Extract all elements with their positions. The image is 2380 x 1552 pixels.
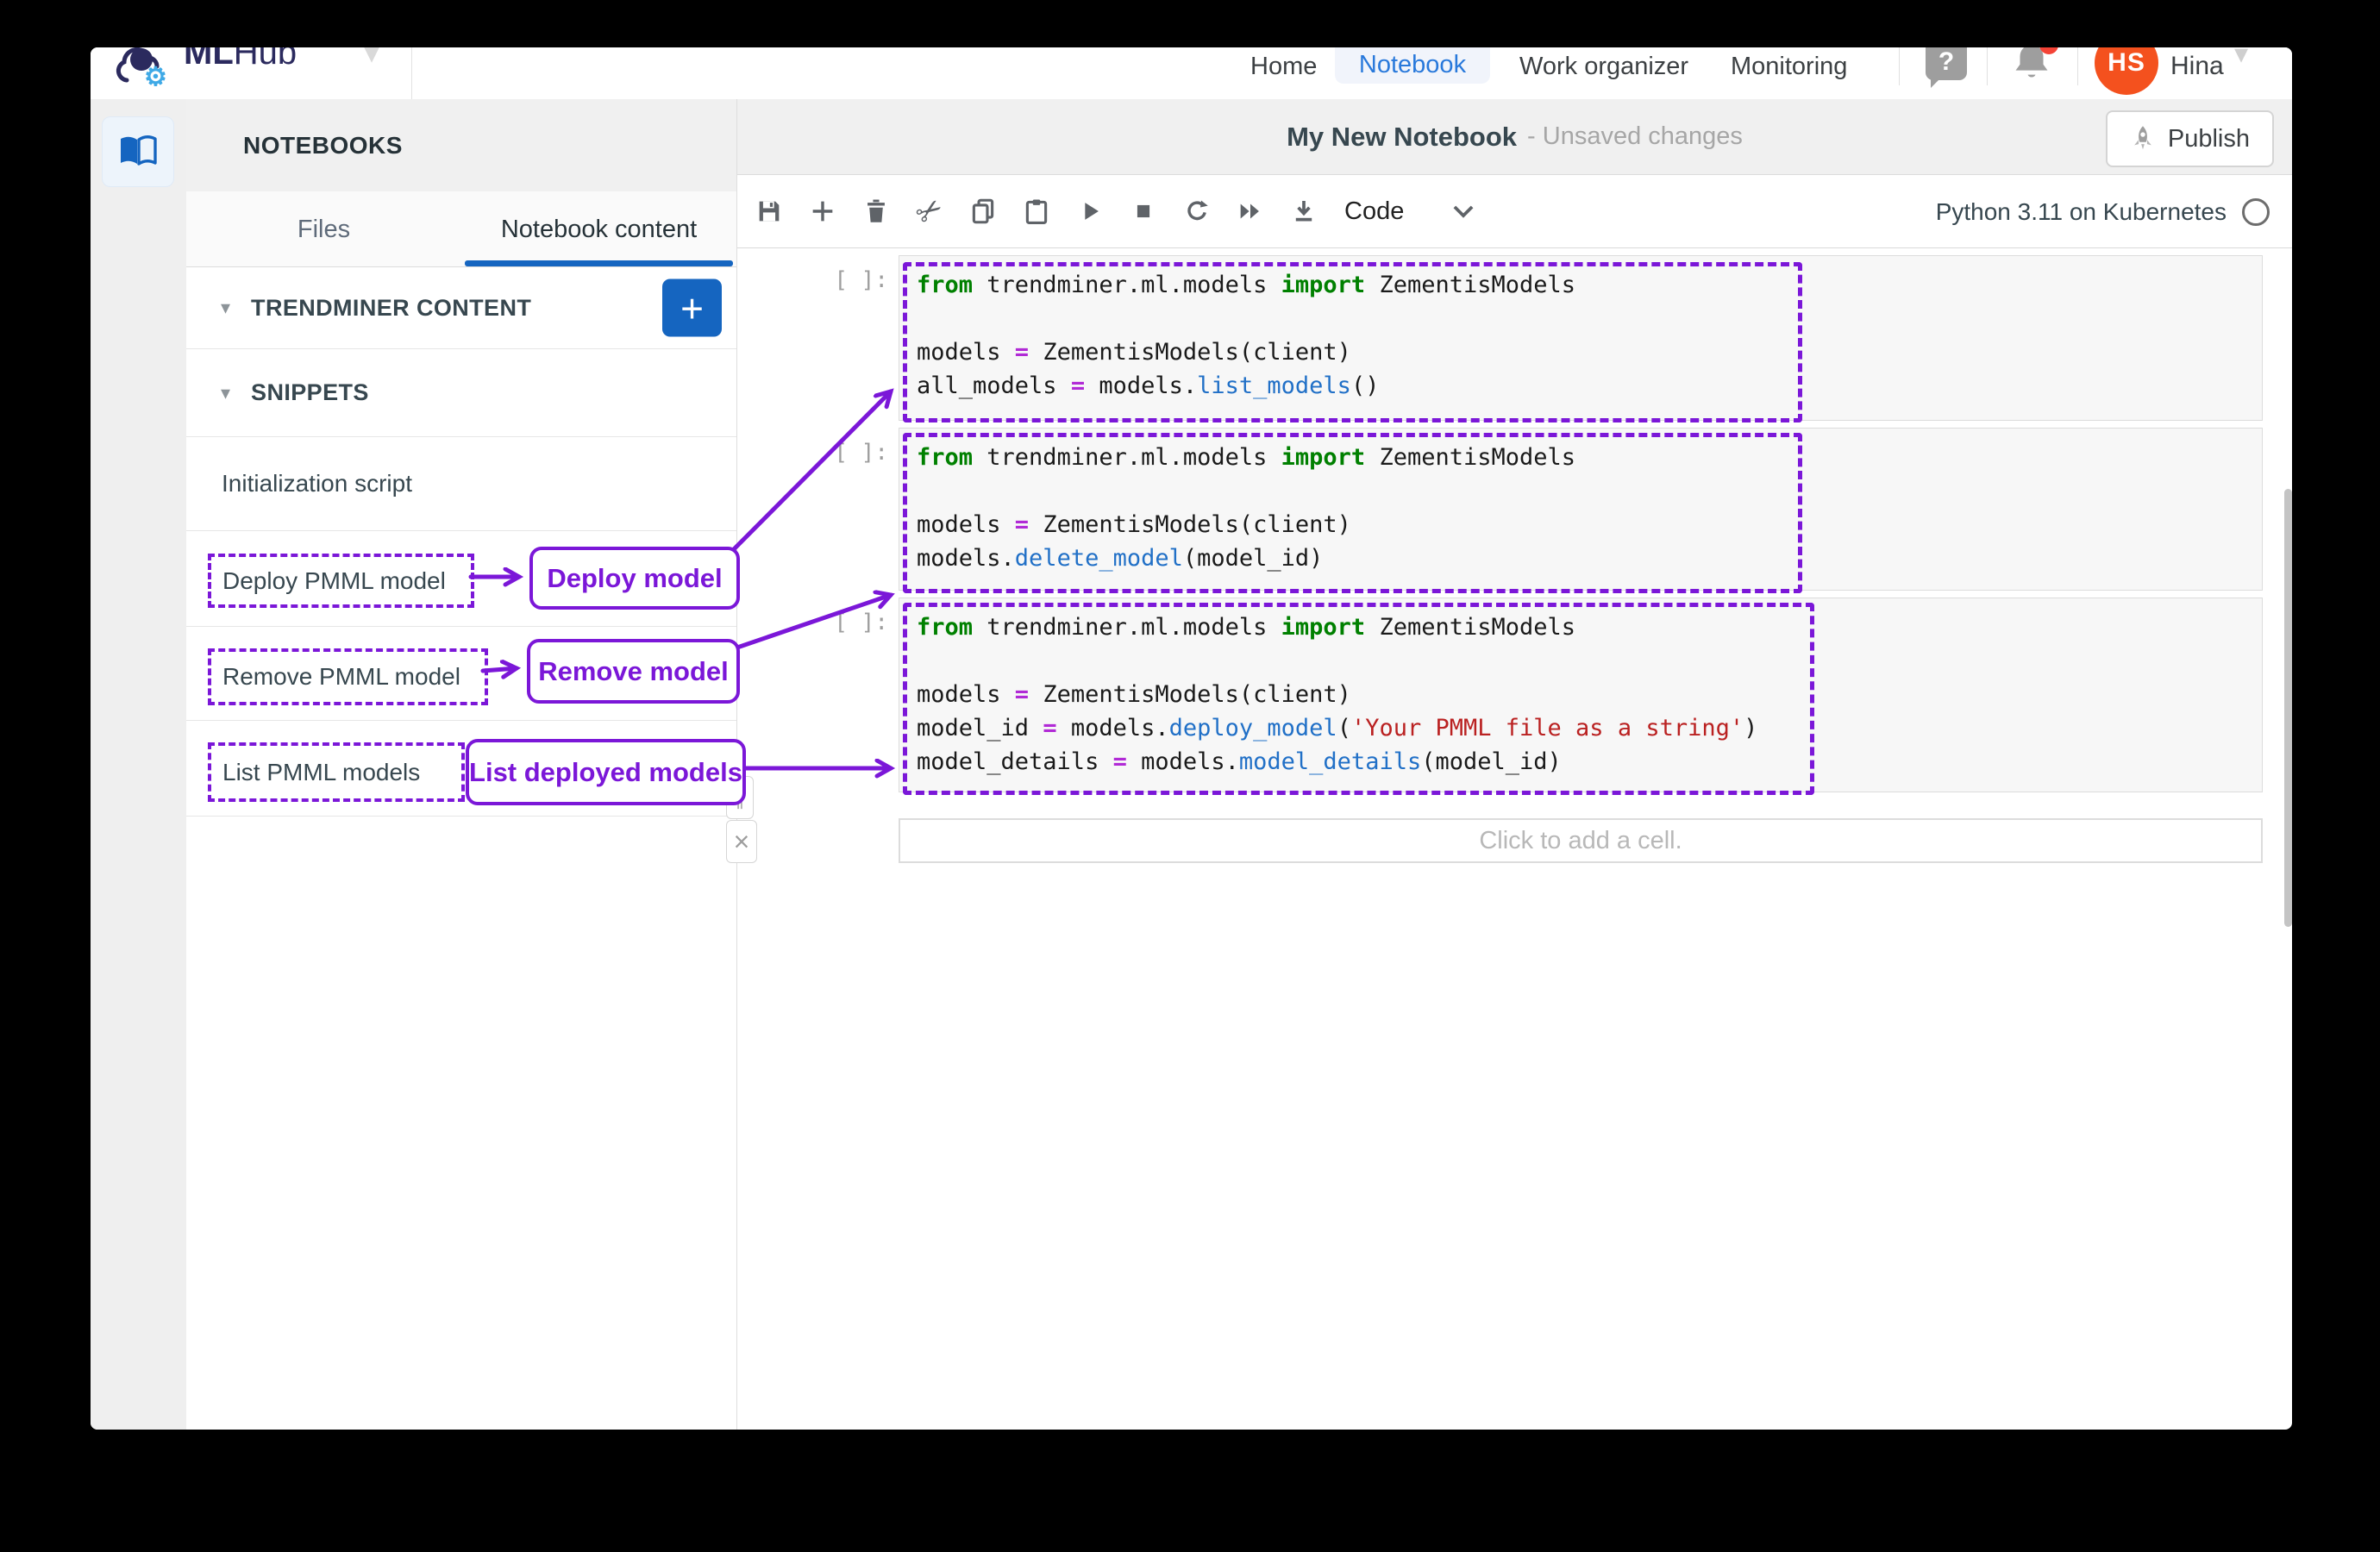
nav-divider bbox=[2077, 47, 2078, 85]
tab-notebook-content[interactable]: Notebook content bbox=[461, 191, 736, 266]
brand-area[interactable]: ⚙ MLHub ▾ bbox=[91, 47, 412, 99]
section-snippets[interactable]: ▾ SNIPPETS bbox=[186, 349, 736, 437]
sidebar-header: NOTEBOOKS bbox=[186, 99, 736, 191]
vertical-scrollbar[interactable] bbox=[2284, 489, 2292, 927]
brand-hub: Hub bbox=[234, 47, 297, 72]
copy-cell-icon[interactable] bbox=[967, 195, 999, 228]
save-icon[interactable] bbox=[753, 195, 786, 228]
code-cell[interactable]: from trendminer.ml.models import Zementi… bbox=[899, 255, 2263, 421]
rocket-icon bbox=[2130, 125, 2156, 153]
sidebar-title: NOTEBOOKS bbox=[243, 132, 403, 160]
sidebar-tabs: Files Notebook content bbox=[186, 191, 736, 267]
delete-cell-icon[interactable] bbox=[860, 195, 892, 228]
callout-remove-model: Remove model bbox=[527, 639, 740, 704]
nav-divider bbox=[1899, 47, 1900, 85]
unsaved-changes-status: - Unsaved changes bbox=[1527, 122, 1743, 151]
annotation-box-remove-snippet[interactable]: Remove PMML model bbox=[208, 648, 488, 705]
user-name[interactable]: Hina bbox=[2170, 47, 2224, 99]
notebooks-panel-button[interactable] bbox=[102, 116, 174, 187]
stop-kernel-icon[interactable] bbox=[1127, 195, 1160, 228]
add-cell-placeholder[interactable]: Click to add a cell. bbox=[899, 818, 2263, 863]
code-cell[interactable]: from trendminer.ml.models import Zementi… bbox=[899, 428, 2263, 591]
app-window: ⚙ MLHub ▾ Home Notebook Work organizer M… bbox=[91, 47, 2292, 1430]
top-nav: ⚙ MLHub ▾ Home Notebook Work organizer M… bbox=[91, 47, 2292, 100]
collapse-triangle-icon[interactable]: ▾ bbox=[221, 297, 230, 319]
nav-divider bbox=[1987, 47, 1988, 85]
cell-prompt: [ ]: bbox=[819, 267, 888, 293]
nav-item-notebook[interactable]: Notebook bbox=[1335, 47, 1490, 84]
add-cell-icon[interactable] bbox=[806, 195, 839, 228]
tab-files[interactable]: Files bbox=[186, 191, 461, 266]
mlhub-logo-icon: ⚙ bbox=[113, 47, 173, 92]
section-label: TRENDMINER CONTENT bbox=[251, 295, 531, 322]
nav-item-home[interactable]: Home bbox=[1250, 47, 1317, 99]
cut-cell-icon[interactable]: ✂ bbox=[907, 189, 953, 235]
snippet-label: Remove PMML model bbox=[222, 663, 460, 691]
active-tab-underline bbox=[465, 260, 733, 266]
callout-list-deployed-models: List deployed models bbox=[466, 739, 746, 805]
user-chevron-down-icon[interactable]: ▾ bbox=[2234, 47, 2248, 70]
cell-prompt: [ ]: bbox=[819, 610, 888, 635]
run-cell-icon[interactable] bbox=[1074, 195, 1106, 228]
annotation-box-deploy-snippet[interactable]: Deploy PMML model bbox=[208, 554, 474, 608]
run-all-icon[interactable] bbox=[1234, 195, 1267, 228]
left-rail bbox=[91, 99, 186, 1430]
kernel-idle-icon[interactable] bbox=[2242, 198, 2270, 226]
panel-close-icon[interactable]: × bbox=[726, 820, 757, 863]
add-content-button[interactable]: + bbox=[662, 279, 722, 337]
tab-notebook-content-label: Notebook content bbox=[501, 216, 697, 243]
section-trendminer-content[interactable]: ▾ TRENDMINER CONTENT + bbox=[186, 267, 736, 349]
cell-type-chevron-down-icon[interactable] bbox=[1452, 204, 1475, 218]
notebook-header: My New Notebook - Unsaved changes Publis… bbox=[737, 99, 2292, 175]
help-icon[interactable]: ? bbox=[1926, 47, 1967, 80]
cell-prompt: [ ]: bbox=[819, 440, 888, 466]
notebook-toolbar: ✂ Code Python 3.11 on Kubernetes bbox=[737, 175, 2292, 248]
callout-deploy-model: Deploy model bbox=[529, 547, 740, 610]
collapse-triangle-icon[interactable]: ▾ bbox=[221, 382, 230, 404]
snippet-label: Deploy PMML model bbox=[222, 567, 446, 595]
book-icon bbox=[117, 134, 159, 170]
publish-label: Publish bbox=[2168, 125, 2250, 153]
snippet-label: List PMML models bbox=[222, 759, 420, 786]
download-icon[interactable] bbox=[1287, 195, 1320, 228]
nav-item-work-organizer[interactable]: Work organizer bbox=[1519, 47, 1688, 99]
kernel-name: Python 3.11 on Kubernetes bbox=[1936, 198, 2227, 226]
notebook-title: My New Notebook bbox=[1287, 122, 1517, 153]
snippet-initialization-script[interactable]: Initialization script bbox=[186, 437, 736, 531]
svg-text:⚙: ⚙ bbox=[144, 63, 167, 91]
snippet-label: Initialization script bbox=[222, 470, 412, 498]
annotation-box-list-snippet[interactable]: List PMML models bbox=[208, 742, 465, 802]
paste-cell-icon[interactable] bbox=[1020, 195, 1053, 228]
brand-name: MLHub bbox=[184, 47, 297, 72]
brand-chevron-down-icon[interactable]: ▾ bbox=[363, 47, 380, 72]
cell-type-select[interactable]: Code bbox=[1344, 197, 1404, 226]
publish-button[interactable]: Publish bbox=[2106, 110, 2274, 167]
nav-item-monitoring[interactable]: Monitoring bbox=[1731, 47, 1847, 99]
kernel-status: Python 3.11 on Kubernetes bbox=[1936, 175, 2270, 248]
section-label: SNIPPETS bbox=[251, 379, 369, 406]
user-avatar[interactable]: HS bbox=[2095, 47, 2158, 95]
brand-ml: ML bbox=[184, 47, 234, 72]
restart-kernel-icon[interactable] bbox=[1181, 195, 1213, 228]
notifications-bell-icon[interactable] bbox=[2008, 47, 2057, 85]
code-cell[interactable]: from trendminer.ml.models import Zementi… bbox=[899, 598, 2263, 792]
